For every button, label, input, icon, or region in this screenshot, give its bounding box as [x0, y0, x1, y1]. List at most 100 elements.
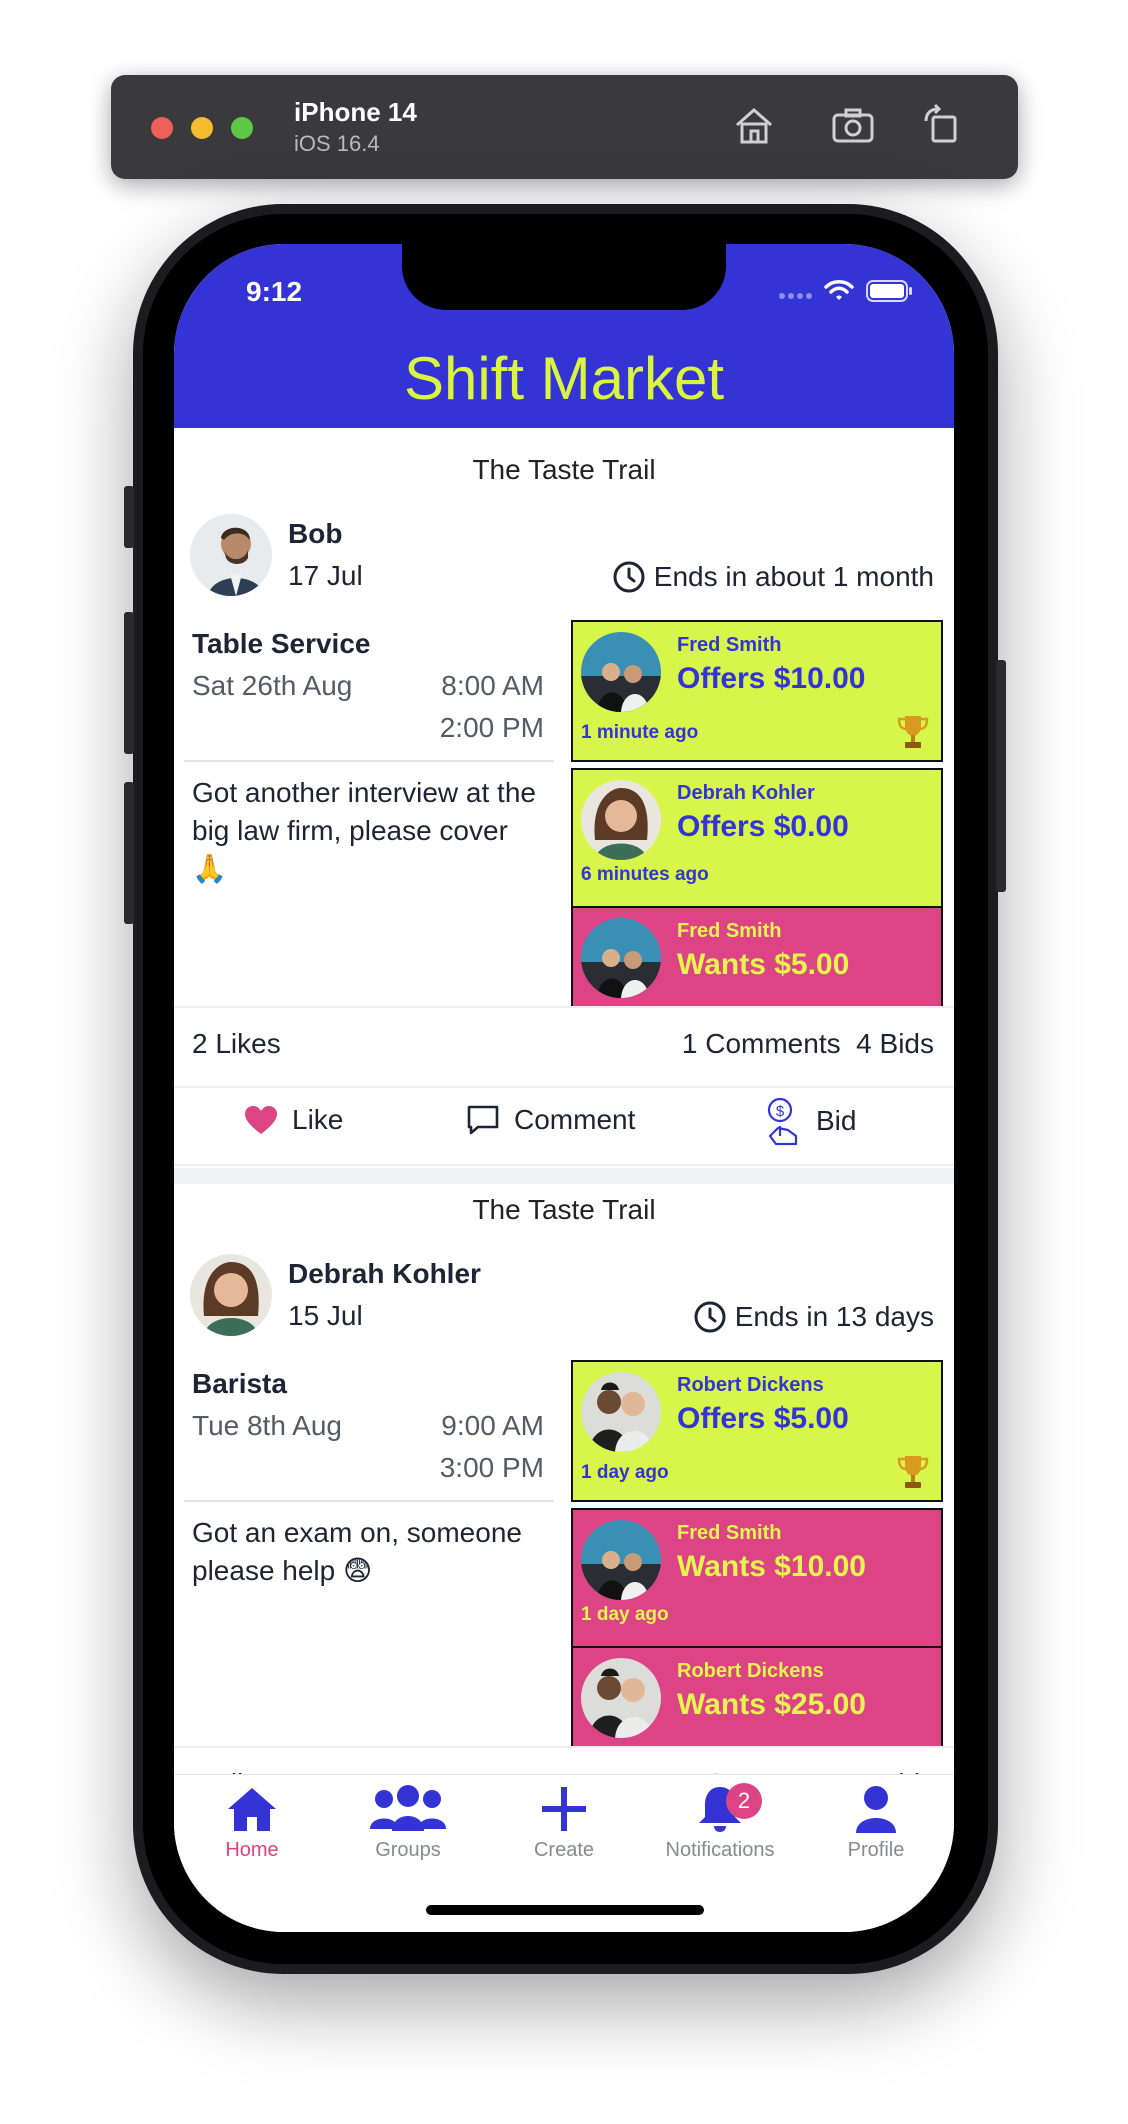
group-name[interactable]: The Taste Trail [174, 1194, 954, 1226]
trophy-icon [897, 1456, 929, 1488]
phone-screen: 9:12 Shift Market The Taste Trail Bob 17… [174, 244, 954, 1932]
shift-start-time: 8:00 AM [441, 670, 544, 701]
like-button[interactable]: Like [244, 1104, 343, 1136]
zoom-window-dot[interactable] [231, 117, 253, 139]
os-version: iOS 16.4 [294, 131, 380, 156]
app-title: Shift Market [403, 345, 725, 412]
post-date: 15 Jul [288, 1300, 363, 1331]
battery-icon [866, 280, 912, 302]
bidder-name: Debrah Kohler [677, 782, 815, 804]
home-indicator[interactable] [426, 1905, 704, 1915]
svg-text:$: $ [776, 1103, 785, 1120]
ends-in: Ends in about 1 month [612, 560, 934, 594]
power-button [996, 660, 1006, 892]
bid-list[interactable]: Fred Smith Offers $10.00 1 minute ago De… [571, 620, 943, 1006]
author-avatar[interactable] [190, 514, 272, 596]
home-icon [228, 1788, 276, 1831]
shift-date: Sat 26th Aug [192, 670, 353, 701]
bid-card[interactable]: Robert Dickens Offers $5.00 1 day ago [571, 1360, 943, 1502]
rotate-icon[interactable] [916, 99, 970, 153]
divider [184, 760, 554, 762]
bid-card[interactable]: Fred Smith Wants $5.00 [571, 906, 943, 1006]
shift-end-time: 3:00 PM [439, 1452, 544, 1483]
post-description: Got an exam on, someone please help 😨 [192, 1517, 522, 1586]
close-window-dot[interactable] [151, 117, 173, 139]
likes-count[interactable]: 2 Likes [192, 1028, 281, 1060]
plus-icon [542, 1787, 586, 1831]
wifi-icon [824, 280, 854, 300]
tab-label: Create [533, 1839, 595, 1861]
silent-switch [124, 486, 134, 548]
bid-time: 6 minutes ago [581, 864, 709, 885]
notification-badge: 2 [726, 1783, 762, 1819]
post-separator [174, 1168, 954, 1184]
tab-create[interactable]: Create [494, 1785, 634, 1862]
bid-time: 1 day ago [581, 1604, 669, 1625]
ends-in: Ends in 13 days [693, 1300, 934, 1334]
bid-amount: Wants $10.00 [677, 1550, 866, 1583]
bid-list[interactable]: Robert Dickens Offers $5.00 1 day ago Fr… [571, 1360, 943, 1746]
comments-count[interactable]: 1 Comments [682, 1028, 841, 1059]
notch [402, 244, 726, 310]
bid-label: Bid [816, 1105, 857, 1136]
author-name[interactable]: Debrah Kohler [288, 1258, 481, 1290]
screenshot-icon[interactable] [826, 99, 880, 153]
author-name[interactable]: Bob [288, 518, 342, 550]
bidder-avatar [581, 1658, 661, 1738]
comment-button[interactable]: Comment [466, 1104, 635, 1136]
author-avatar[interactable] [190, 1254, 272, 1336]
bidder-avatar [581, 632, 661, 712]
tab-bar: Home Groups Create 2 Notifications Profi… [174, 1774, 954, 1932]
bidder-name: Fred Smith [677, 1522, 782, 1544]
bidder-avatar [581, 918, 661, 998]
status-time: 9:12 [246, 276, 303, 307]
heart-icon [245, 1106, 277, 1134]
group-name[interactable]: The Taste Trail [174, 454, 954, 486]
divider [184, 1500, 554, 1502]
bid-button[interactable]: $ Bid [766, 1096, 856, 1146]
ends-in-label: Ends in 13 days [734, 1301, 934, 1332]
shift-start-time: 9:00 AM [441, 1410, 544, 1441]
tab-label: Notifications [665, 1839, 775, 1861]
tab-profile[interactable]: Profile [806, 1785, 946, 1862]
bidder-avatar [581, 1372, 661, 1452]
shift-end-time: 2:00 PM [439, 712, 544, 743]
bidder-avatar [581, 1520, 661, 1600]
trophy-icon [897, 716, 929, 748]
bid-hand-icon: $ [767, 1097, 798, 1146]
bidder-name: Robert Dickens [677, 1374, 824, 1396]
volume-down-button [124, 782, 134, 924]
post-stats: 2 Likes 1 Comments 4 Bids [174, 1006, 954, 1088]
simulator-toolbar: iPhone 14 iOS 16.4 [111, 75, 1018, 179]
tab-notifications[interactable]: 2 Notifications [650, 1783, 790, 1862]
groups-icon [370, 1785, 446, 1831]
bid-amount: Wants $25.00 [677, 1688, 866, 1721]
tab-home[interactable]: Home [182, 1785, 322, 1862]
comment-label: Comment [514, 1104, 636, 1135]
bid-card[interactable]: Fred Smith Wants $10.00 1 day ago [571, 1508, 943, 1650]
tab-groups[interactable]: Groups [338, 1785, 478, 1862]
shift-role: Table Service [192, 628, 371, 659]
signal-icon [779, 293, 812, 299]
tab-label: Home [225, 1839, 279, 1861]
tab-label: Groups [375, 1839, 441, 1861]
home-button-icon[interactable] [727, 99, 781, 153]
bidder-name: Fred Smith [677, 920, 782, 942]
minimize-window-dot[interactable] [191, 117, 213, 139]
post-date: 17 Jul [288, 560, 363, 591]
bid-card[interactable]: Fred Smith Offers $10.00 1 minute ago [571, 620, 943, 762]
post-card: The Taste Trail Bob 17 Jul Ends in about… [174, 438, 954, 1168]
comment-icon [467, 1105, 499, 1135]
like-label: Like [292, 1104, 344, 1135]
bids-count[interactable]: 4 Bids [856, 1028, 934, 1059]
post-description: Got another interview at the big law fir… [192, 777, 536, 884]
bid-amount: Offers $0.00 [677, 810, 849, 843]
bid-card[interactable]: Robert Dickens Wants $25.00 [571, 1646, 943, 1746]
clock-icon [694, 1301, 726, 1333]
bid-amount: Offers $10.00 [677, 662, 866, 695]
volume-up-button [124, 612, 134, 754]
post-actions: Like Comment $ Bid [174, 1086, 954, 1166]
bidder-name: Fred Smith [677, 634, 782, 656]
bid-card[interactable]: Debrah Kohler Offers $0.00 6 minutes ago [571, 768, 943, 910]
profile-icon [856, 1786, 896, 1833]
